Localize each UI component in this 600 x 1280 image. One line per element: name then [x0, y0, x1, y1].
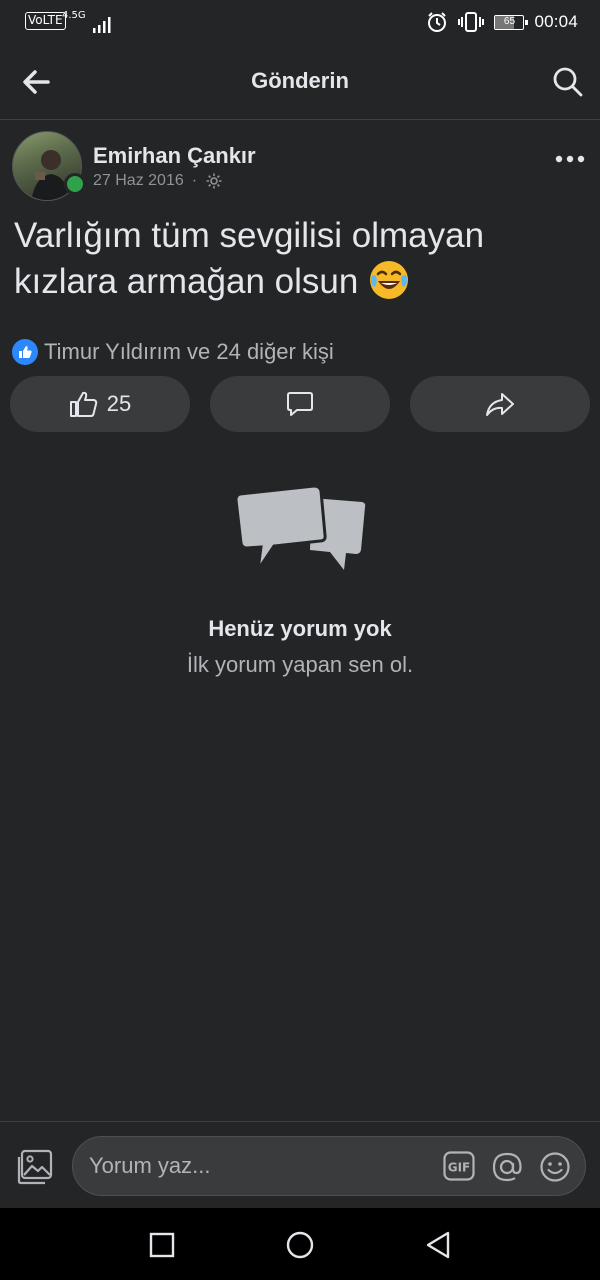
gif-icon[interactable]: GIF [443, 1151, 475, 1181]
volte-indicator: VoLTE [25, 12, 66, 30]
mention-icon[interactable] [491, 1151, 523, 1183]
system-nav-bar [0, 1208, 600, 1280]
meta-separator: · [191, 172, 198, 189]
comment-box: GIF [72, 1136, 586, 1196]
recent-apps-icon[interactable] [147, 1230, 177, 1260]
alarm-icon [428, 12, 447, 32]
post-actions: 25 [10, 376, 590, 432]
emoji-picker-icon[interactable] [539, 1151, 571, 1183]
battery-level: 65 [503, 15, 516, 27]
comment-button[interactable] [210, 376, 390, 432]
comment-input[interactable] [89, 1137, 429, 1195]
gear-icon [206, 173, 222, 189]
home-icon[interactable] [285, 1230, 315, 1260]
like-count: 25 [106, 391, 132, 416]
clock: 00:04 [534, 12, 578, 31]
empty-state-subtitle: İlk yorum yapan sen ol. [186, 652, 414, 677]
page-title: Gönderin [251, 68, 349, 93]
vibrate-icon [458, 12, 485, 32]
battery-icon: 65 [494, 14, 529, 30]
signal-icon [93, 17, 111, 33]
comment-icon [287, 392, 313, 416]
reaction-text: Timur Yıldırım ve 24 diğer kişi [44, 339, 334, 364]
online-status-dot [64, 173, 86, 195]
back-nav-icon[interactable] [424, 1230, 454, 1260]
gif-label: GIF [448, 1161, 471, 1175]
reaction-summary[interactable]: Timur Yıldırım ve 24 diğer kişi [12, 339, 334, 365]
share-button[interactable] [410, 376, 590, 432]
app-header: Gönderin [0, 44, 600, 120]
photo-icon[interactable] [16, 1148, 54, 1186]
post-body: Varlığım tüm sevgilisi olmayan kızlara a… [14, 216, 485, 301]
author-name[interactable]: Emirhan Çankır [93, 143, 256, 169]
empty-state-title: Henüz yorum yok [208, 616, 392, 641]
empty-comments-icon [234, 484, 366, 571]
status-bar: VoLTE 4.5G 65 00:04 [0, 0, 600, 44]
thumbs-up-icon [69, 391, 97, 417]
search-icon[interactable] [552, 66, 584, 98]
network-type: 4.5G [62, 10, 86, 21]
post-meta: 27 Haz 2016 · [93, 172, 223, 190]
share-icon [486, 393, 514, 416]
comment-composer: GIF [0, 1121, 600, 1208]
post-date[interactable]: 27 Haz 2016 [93, 172, 184, 190]
like-reaction-icon [12, 339, 38, 365]
author-avatar[interactable] [12, 131, 86, 201]
face-with-tears-of-joy-icon [370, 261, 409, 299]
like-button[interactable]: 25 [10, 376, 190, 432]
post-text: Varlığım tüm sevgilisi olmayan kızlara a… [14, 213, 574, 305]
more-options-icon[interactable] [554, 147, 586, 171]
